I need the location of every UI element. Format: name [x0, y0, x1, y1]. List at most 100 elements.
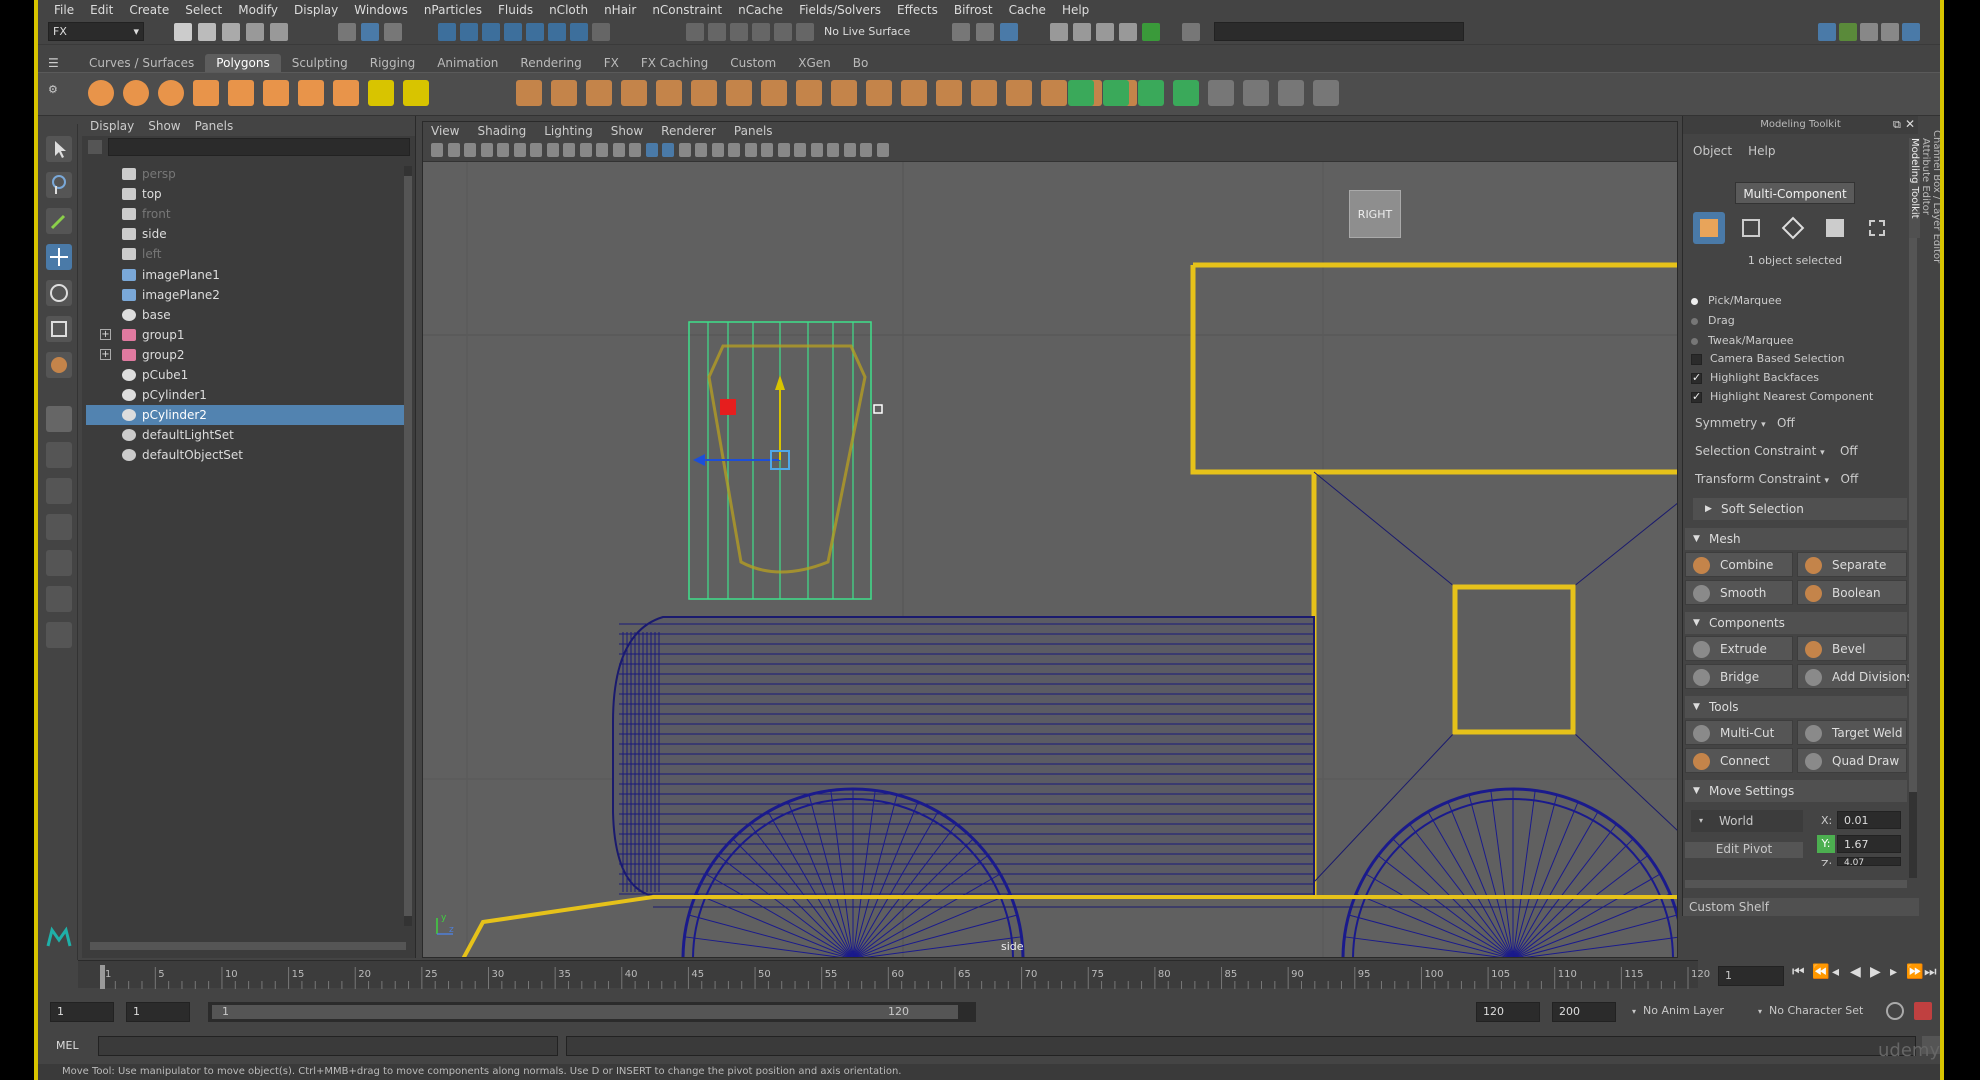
checker-icon[interactable]: [1278, 80, 1304, 106]
highlight-backfaces-checkbox[interactable]: Highlight Backfaces: [1691, 371, 1819, 384]
pick-mode-drag[interactable]: Drag: [1691, 314, 1735, 327]
menu-effects[interactable]: Effects: [889, 3, 946, 17]
bookmark-icon[interactable]: [464, 143, 476, 157]
extrude-button[interactable]: Extrude: [1685, 636, 1793, 661]
motion-blur-icon[interactable]: [777, 143, 790, 157]
shelf-tab-custom[interactable]: Custom: [719, 54, 787, 72]
current-frame-field[interactable]: 1: [1718, 966, 1784, 986]
transform-constraint-row[interactable]: Transform Constraint ▾ Off: [1695, 472, 1858, 486]
quad-draw-button[interactable]: Quad Draw: [1797, 748, 1907, 773]
single-perspective-layout-icon[interactable]: [46, 406, 72, 432]
undo-icon[interactable]: [246, 23, 264, 41]
open-scene-icon[interactable]: [198, 23, 216, 41]
bevel-shelf-icon[interactable]: [761, 80, 787, 106]
animation-prefs-icon[interactable]: [1914, 1002, 1932, 1020]
sew-uv-icon[interactable]: [1243, 80, 1269, 106]
select-component-icon[interactable]: [384, 23, 402, 41]
time-slider[interactable]: 1 5 10 15 20 25 30 35 40 45 50 55 60 65 70 75 80 85 90 95 10…: [78, 960, 1710, 989]
menu-nconstraint[interactable]: nConstraint: [644, 3, 730, 17]
outliner-menu-panels[interactable]: Panels: [195, 119, 234, 133]
mask-dynamic-icon[interactable]: [548, 23, 566, 41]
tool-settings-toggle-icon[interactable]: [1881, 23, 1899, 41]
outliner-item-imageplane2[interactable]: imagePlane2: [86, 285, 406, 305]
outliner-item-front[interactable]: front: [86, 204, 406, 224]
separate-button[interactable]: Separate: [1797, 552, 1907, 577]
boolean-shelf-icon[interactable]: [621, 80, 647, 106]
multi-cut-button[interactable]: Multi-Cut: [1685, 720, 1793, 745]
close-icon[interactable]: ✕: [1905, 117, 1915, 131]
outliner-item-persp[interactable]: persp: [86, 164, 406, 184]
hypershade-layout-icon[interactable]: [46, 550, 72, 576]
move-settings-section[interactable]: ▼ Move Settings: [1685, 780, 1907, 802]
playback-start-field[interactable]: 1: [126, 1002, 190, 1022]
rotate-tool-icon[interactable]: [46, 280, 72, 306]
toolkit-menu-object[interactable]: Object: [1693, 144, 1732, 158]
select-object-icon[interactable]: [361, 23, 379, 41]
step-back-frame-icon[interactable]: ◂: [1832, 964, 1839, 980]
outliner-item-pcylinder1[interactable]: pCylinder1: [86, 385, 406, 405]
shelf-tab-animation[interactable]: Animation: [426, 54, 509, 72]
shelf-tab-xgen[interactable]: XGen: [787, 54, 842, 72]
snap-surface-icon[interactable]: [774, 23, 792, 41]
attribute-editor-toggle-icon[interactable]: [1860, 23, 1878, 41]
boolean-button[interactable]: Boolean: [1797, 580, 1907, 605]
selection-constraint-row[interactable]: Selection Constraint ▾ Off: [1695, 444, 1858, 458]
select-tool-icon[interactable]: [46, 136, 72, 162]
bridge-shelf-icon[interactable]: [726, 80, 752, 106]
edge-mode-icon[interactable]: [1777, 212, 1809, 244]
soft-selection-section[interactable]: ▶ Soft Selection: [1693, 498, 1907, 520]
menu-display[interactable]: Display: [286, 3, 346, 17]
grease-pencil-icon[interactable]: [513, 143, 526, 157]
redo-icon[interactable]: [270, 23, 288, 41]
shelf-tab-rendering[interactable]: Rendering: [509, 54, 592, 72]
shelf-tab-polygons[interactable]: Polygons: [205, 54, 281, 72]
channel-box-toggle-icon[interactable]: [1902, 23, 1920, 41]
menu-select[interactable]: Select: [177, 3, 230, 17]
viewport-menu-panels[interactable]: Panels: [734, 124, 773, 138]
film-gate-icon[interactable]: [546, 143, 559, 157]
start-time-field[interactable]: 1: [50, 1002, 114, 1022]
render-view-icon[interactable]: [1050, 23, 1068, 41]
select-camera-icon[interactable]: [431, 143, 443, 157]
character-set-dropdown[interactable]: ▾ No Character Set: [1758, 1004, 1863, 1017]
mask-render-icon[interactable]: [570, 23, 588, 41]
menu-ncache[interactable]: nCache: [730, 3, 791, 17]
hypershade-icon[interactable]: [1142, 23, 1160, 41]
float-icon[interactable]: ⧉: [1893, 118, 1901, 132]
play-backwards-icon[interactable]: ◀: [1850, 964, 1861, 980]
plane-primitive-icon[interactable]: [228, 80, 254, 106]
fill-hole-shelf-icon[interactable]: [971, 80, 997, 106]
shelf-tab-bo[interactable]: Bo: [842, 54, 880, 72]
shelf-tab-sculpting[interactable]: Sculpting: [281, 54, 359, 72]
lights-icon[interactable]: [728, 143, 740, 157]
toolkit-menu-help[interactable]: Help: [1748, 144, 1775, 158]
cylinder-primitive-icon[interactable]: [158, 80, 184, 106]
lock-icon[interactable]: [592, 23, 610, 41]
custom-layout-icon[interactable]: [46, 622, 72, 648]
history-icon[interactable]: [952, 23, 970, 41]
mask-surface-icon[interactable]: [504, 23, 522, 41]
sidebar-toggle-icon[interactable]: [1818, 23, 1836, 41]
command-input[interactable]: [98, 1036, 558, 1056]
outliner-item-left[interactable]: left: [86, 244, 406, 264]
insert-loop-shelf-icon[interactable]: [1041, 80, 1067, 106]
cylindrical-uv-icon[interactable]: [1103, 80, 1129, 106]
outliner-item-side[interactable]: side: [86, 224, 406, 244]
quad-draw-shelf-icon[interactable]: [901, 80, 927, 106]
input-output-icon[interactable]: [976, 23, 994, 41]
planar-uv-icon[interactable]: [1068, 80, 1094, 106]
save-scene-icon[interactable]: [222, 23, 240, 41]
screen-space-ao-icon[interactable]: [761, 143, 773, 157]
ipr-render-icon[interactable]: [1096, 23, 1114, 41]
viewport-scene[interactable]: RIGHT side yz: [423, 162, 1677, 957]
render-settings-icon[interactable]: [1119, 23, 1137, 41]
snap-grid-icon[interactable]: [686, 23, 704, 41]
quick-input-field[interactable]: [1214, 22, 1464, 41]
menu-help[interactable]: Help: [1054, 3, 1097, 17]
snap-point-icon[interactable]: [730, 23, 748, 41]
spherical-uv-icon[interactable]: [1138, 80, 1164, 106]
live-surface-label[interactable]: No Live Surface: [824, 22, 948, 41]
four-view-layout-icon[interactable]: [46, 442, 72, 468]
step-forward-key-icon[interactable]: ⏩: [1906, 964, 1923, 980]
shelf-tab-fx[interactable]: FX: [593, 54, 630, 72]
